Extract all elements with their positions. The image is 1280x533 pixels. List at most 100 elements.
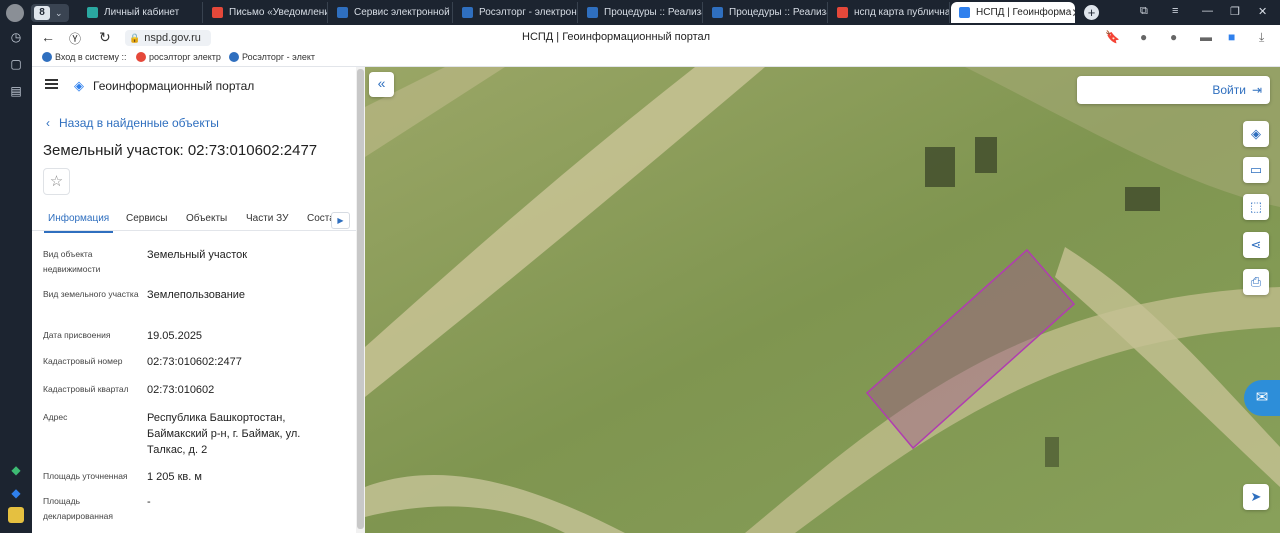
collapse-panel-button[interactable]: « bbox=[369, 72, 394, 97]
tab-title: Процедуры :: Реализац bbox=[604, 7, 703, 18]
property-row: Кадастровый номер 02:73:010602:2477 bbox=[43, 354, 348, 382]
address-bar: ← Ⓨ ↻ 🔒 nspd.gov.ru НСПД | Геоинформацио… bbox=[32, 25, 1280, 50]
url-field[interactable]: 🔒 nspd.gov.ru bbox=[125, 30, 211, 46]
building bbox=[1045, 437, 1059, 467]
tab-title: нспд карта публичная bbox=[854, 7, 950, 18]
layers-button[interactable]: ◈ bbox=[1243, 121, 1269, 147]
satellite-map[interactable] bbox=[365, 67, 1280, 533]
tab-favicon bbox=[337, 7, 348, 18]
download-icon[interactable]: ⤓ bbox=[1259, 30, 1264, 45]
extension-icon[interactable]: ■ bbox=[1228, 30, 1235, 44]
chevron-down-icon: ⌄ bbox=[55, 7, 63, 18]
tabs-icon[interactable]: ▢ bbox=[8, 56, 24, 72]
close-window-icon[interactable]: ✕ bbox=[1258, 5, 1267, 18]
property-value: 02:73:010602 bbox=[147, 384, 215, 396]
menu-icon[interactable]: ≡ bbox=[1172, 5, 1178, 17]
info-tabs: Информация Сервисы Объекты Части ЗУ Сост… bbox=[32, 209, 356, 233]
history-icon[interactable]: ◷ bbox=[8, 29, 24, 45]
scrollbar-thumb[interactable] bbox=[357, 69, 364, 529]
ruler-button[interactable]: ▭ bbox=[1243, 157, 1269, 183]
share-button[interactable]: ⋖ bbox=[1243, 232, 1269, 258]
browser-tab[interactable]: Личный кабинет bbox=[79, 2, 203, 23]
browser-tab-strip: 8 ⌄ Личный кабинет Письмо «Уведомление С… bbox=[0, 0, 1280, 25]
extension-icon[interactable]: ▬ bbox=[1200, 30, 1212, 44]
bookmark-item[interactable]: Росэлторг - элект bbox=[229, 52, 315, 62]
property-row: Кадастровый квартал 02:73:010602 bbox=[43, 382, 348, 410]
map-imagery bbox=[365, 67, 1280, 533]
app-icon[interactable] bbox=[8, 507, 24, 523]
bookmark-item[interactable]: росэлторг электр bbox=[136, 52, 221, 62]
browser-tab[interactable]: нспд карта публичная bbox=[829, 2, 950, 23]
extension-icon[interactable]: ● bbox=[1140, 30, 1147, 44]
building bbox=[1125, 187, 1160, 211]
minimize-icon[interactable]: — bbox=[1202, 5, 1213, 17]
browser-tab[interactable]: Сервис электронной р bbox=[329, 2, 453, 23]
browser-tab[interactable]: Процедуры :: Реализац bbox=[704, 2, 828, 23]
tab-favicon bbox=[212, 7, 223, 18]
maximize-icon[interactable]: ❐ bbox=[1230, 5, 1240, 18]
property-key: Адрес bbox=[43, 412, 68, 422]
yandex-icon[interactable]: Ⓨ bbox=[69, 30, 81, 47]
portal-logo-icon: ◈ bbox=[74, 78, 84, 93]
extension-icon[interactable]: ● bbox=[1170, 30, 1177, 44]
property-row: Площадь уточненная 1 205 кв. м bbox=[43, 469, 348, 494]
property-row: Адрес Республика Башкортостан, Баймакски… bbox=[43, 410, 348, 469]
back-arrow-icon[interactable]: ← bbox=[41, 29, 55, 45]
tab-services[interactable]: Сервисы bbox=[126, 213, 167, 224]
bookmark-item[interactable]: Вход в систему :: bbox=[42, 52, 127, 62]
lock-icon: 🔒 bbox=[129, 32, 141, 43]
back-to-results-link[interactable]: ‹ Назад в найденные объекты bbox=[46, 116, 219, 130]
tab-title: Росэлторг - электронна bbox=[479, 7, 578, 18]
tab-title: Процедуры :: Реализац bbox=[729, 7, 828, 18]
property-key: Кадастровый квартал bbox=[43, 384, 129, 394]
reload-icon[interactable]: ↻ bbox=[99, 29, 111, 46]
property-value: Земельный участок bbox=[147, 249, 248, 261]
property-key: Площадь декларированная bbox=[43, 496, 113, 521]
browser-tab[interactable]: Письмо «Уведомление bbox=[204, 2, 328, 23]
tabs-scroll-right-button[interactable]: ▶ bbox=[331, 212, 350, 229]
favorite-star-button[interactable]: ☆ bbox=[43, 168, 70, 195]
collections-icon[interactable]: ▤ bbox=[8, 83, 24, 99]
share-icon: ⋖ bbox=[1250, 237, 1262, 252]
profile-avatar[interactable] bbox=[6, 4, 24, 22]
support-chat-button[interactable]: ✉ bbox=[1244, 380, 1280, 416]
new-tab-button[interactable]: + bbox=[1084, 5, 1099, 20]
property-key: Вид объекта недвижимости bbox=[43, 249, 101, 274]
tab-favicon bbox=[587, 7, 598, 18]
tab-parts[interactable]: Части ЗУ bbox=[246, 213, 288, 224]
property-value: Республика Башкортостан, Баймакский р-н,… bbox=[147, 412, 301, 456]
tabs-menu-icon[interactable]: ⧉ bbox=[1140, 5, 1148, 18]
property-value: Землепользование bbox=[147, 289, 246, 301]
property-key: Вид земельного участка bbox=[43, 289, 139, 299]
hamburger-menu-icon[interactable] bbox=[45, 79, 58, 89]
app-icon[interactable]: ◆ bbox=[8, 462, 24, 478]
app-icon[interactable]: ◆ bbox=[8, 485, 24, 501]
browser-tab[interactable]: Процедуры :: Реализац bbox=[579, 2, 703, 23]
layers-icon: ◈ bbox=[1251, 126, 1261, 141]
login-label: Войти bbox=[1212, 83, 1246, 97]
login-button[interactable]: Войти ⇥ bbox=[1077, 76, 1270, 104]
property-row: Дата присвоения 19.05.2025 bbox=[43, 328, 348, 354]
properties-list: Вид объекта недвижимости Земельный участ… bbox=[43, 247, 348, 533]
building bbox=[975, 137, 997, 173]
bookmark-label: Росэлторг - элект bbox=[242, 52, 315, 62]
navigate-button[interactable]: ➤ bbox=[1243, 484, 1269, 510]
tab-title: НСПД | Геоинформа bbox=[976, 7, 1072, 18]
panel-scrollbar[interactable] bbox=[356, 67, 365, 533]
print-icon: ⎙ bbox=[1250, 274, 1262, 289]
url-text: nspd.gov.ru bbox=[144, 32, 201, 44]
browser-tab-active[interactable]: НСПД | Геоинформа ✕ bbox=[951, 2, 1075, 23]
print-button[interactable]: ⎙ bbox=[1243, 269, 1269, 295]
tab-information[interactable]: Информация bbox=[43, 213, 114, 233]
object-heading: Земельный участок: 02:73:010602:2477 bbox=[43, 142, 318, 159]
browser-tab[interactable]: Росэлторг - электронна bbox=[454, 2, 578, 23]
page-title: НСПД | Геоинформационный портал bbox=[522, 31, 711, 43]
tab-count-button[interactable]: 8 ⌄ bbox=[31, 4, 69, 22]
tab-objects[interactable]: Объекты bbox=[186, 213, 227, 224]
close-tab-icon[interactable]: ✕ bbox=[1071, 6, 1075, 20]
login-icon: ⇥ bbox=[1251, 83, 1262, 97]
property-row: Вид земельного участка Землепользование bbox=[43, 287, 348, 328]
property-key: Дата присвоения bbox=[43, 330, 111, 340]
select-area-button[interactable]: ⬚ bbox=[1243, 194, 1269, 220]
bookmark-icon[interactable]: 🔖 bbox=[1105, 30, 1120, 44]
